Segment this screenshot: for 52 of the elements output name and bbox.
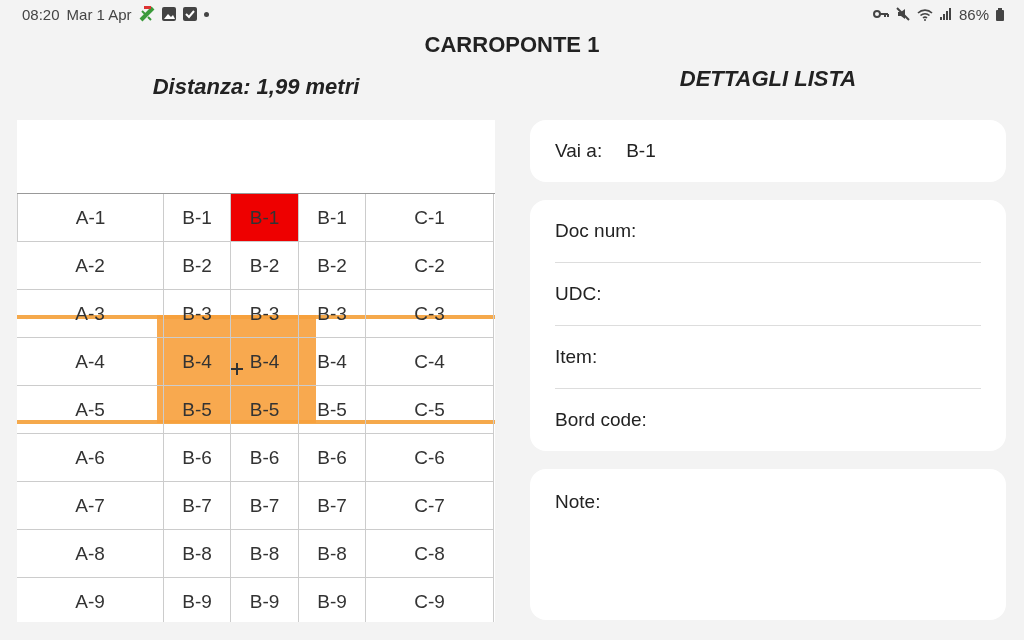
distance-label: Distanza: 1,99 metri (151, 73, 361, 101)
location-cell[interactable]: B-8 (299, 530, 366, 578)
goto-label: Vai a: (555, 140, 603, 162)
location-cell[interactable]: C-9 (366, 578, 494, 622)
location-cell[interactable]: B-9 (231, 578, 299, 622)
location-cell[interactable]: B-2 (299, 242, 366, 290)
location-cell[interactable]: B-9 (164, 578, 231, 622)
location-cell[interactable]: C-2 (366, 242, 494, 290)
location-cell[interactable]: B-2 (164, 242, 231, 290)
status-date: Mar 1 Apr (66, 5, 132, 23)
image-icon (161, 7, 176, 21)
location-cell[interactable]: B-8 (164, 530, 231, 578)
goto-value: B-1 (626, 140, 656, 162)
detail-label: Doc num: (555, 220, 637, 242)
checkbox-icon (182, 7, 197, 21)
location-cell[interactable]: B-1 (299, 194, 366, 242)
location-cell[interactable]: A-8 (17, 530, 164, 578)
battery-percentage: 86% (958, 5, 989, 23)
location-cell[interactable]: A-9 (17, 578, 164, 622)
crosshair-icon (230, 362, 244, 376)
location-cell[interactable]: B-6 (299, 434, 366, 482)
detail-label: Item: (555, 346, 598, 368)
location-cell[interactable]: B-7 (164, 482, 231, 530)
location-cell[interactable]: B-7 (231, 482, 299, 530)
location-cell[interactable]: B-6 (164, 434, 231, 482)
dot-icon (203, 11, 209, 17)
location-cell[interactable]: B-9 (299, 578, 366, 622)
location-cell[interactable]: B-6 (231, 434, 299, 482)
detail-label: UDC: (555, 283, 602, 305)
detail-label: Bord code: (555, 409, 647, 431)
location-cell[interactable]: C-6 (366, 434, 494, 482)
section-heading: DETTAGLI LISTA (678, 65, 858, 93)
key-icon (872, 9, 889, 19)
battery-icon (996, 7, 1004, 21)
signal-icon (939, 8, 952, 20)
status-time: 08:20 (22, 5, 60, 23)
location-cell[interactable]: B-8 (231, 530, 299, 578)
location-cell[interactable]: A-7 (17, 482, 164, 530)
location-cell[interactable]: A-2 (17, 242, 164, 290)
location-cell[interactable]: C-4 (366, 338, 494, 386)
location-cell[interactable]: C-1 (366, 194, 494, 242)
mute-icon (895, 7, 910, 21)
location-cell[interactable]: B-2 (231, 242, 299, 290)
wifi-icon (916, 7, 933, 21)
satellite-icon (138, 6, 155, 22)
location-cell[interactable]: A-6 (17, 434, 164, 482)
location-cell[interactable]: C-7 (366, 482, 494, 530)
note-label: Note: (555, 491, 601, 512)
location-cell[interactable]: B-7 (299, 482, 366, 530)
location-cell[interactable]: C-8 (366, 530, 494, 578)
screen-title: CARROPONTE 1 (423, 31, 601, 59)
location-cell[interactable]: A-1 (17, 194, 164, 242)
